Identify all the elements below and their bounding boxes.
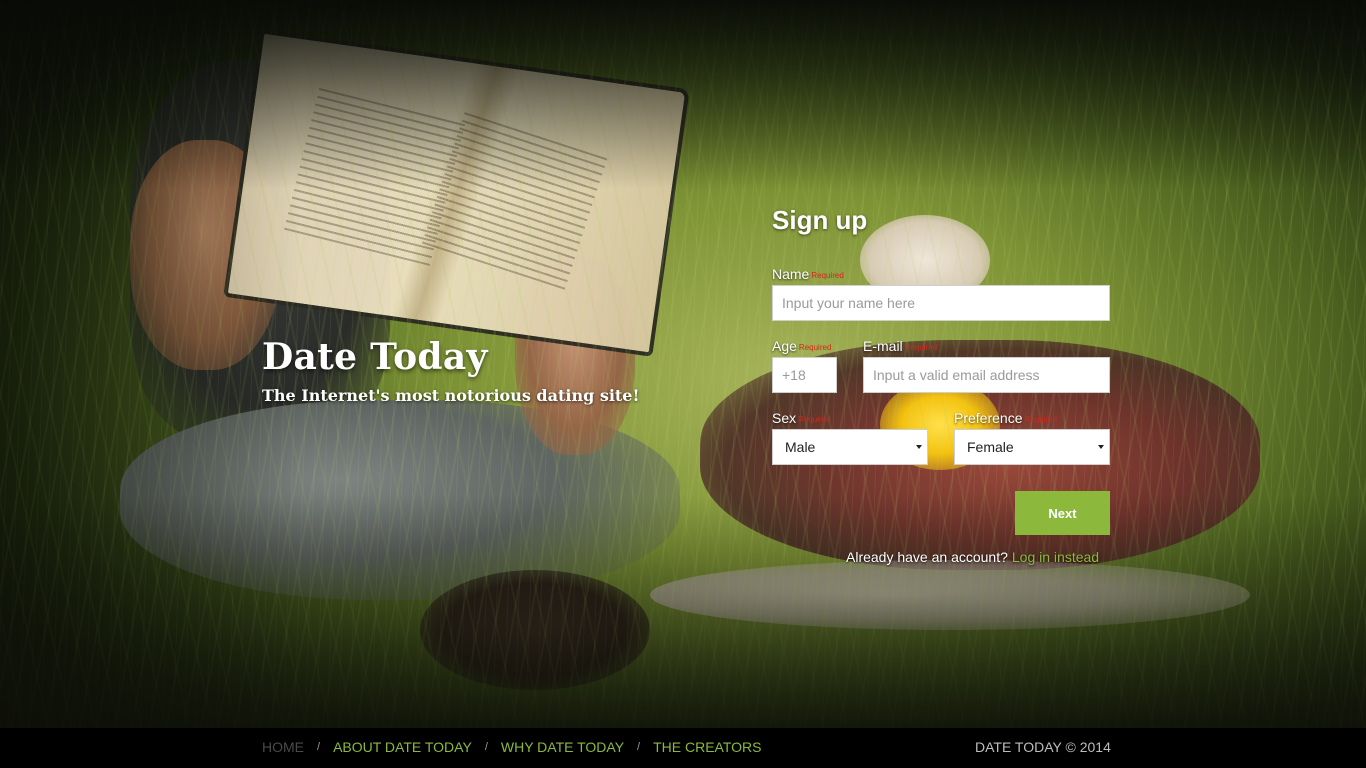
name-label-text: Name	[772, 266, 810, 282]
name-input[interactable]	[772, 285, 1110, 321]
login-prompt-text: Already have an account?	[846, 549, 1008, 565]
footer-nav: HOME / ABOUT DATE TODAY / WHY DATE TODAY…	[262, 739, 762, 755]
required-marker: Required	[798, 342, 832, 352]
age-label-text: Age	[772, 338, 797, 354]
required-marker: Required	[798, 414, 831, 424]
chevron-down-icon	[916, 445, 922, 449]
required-marker: Required	[1024, 414, 1057, 424]
copyright: DATE TODAY © 2014	[975, 739, 1111, 755]
nav-link-home[interactable]: HOME	[262, 739, 304, 755]
preference-select-value: Female	[967, 439, 1014, 455]
hero-background-image	[0, 0, 1366, 728]
nav-separator: /	[637, 741, 641, 753]
name-label: Name Required	[772, 266, 844, 282]
login-prompt: Already have an account? Log in instead	[846, 549, 1099, 565]
age-input[interactable]	[772, 357, 837, 393]
sex-select-value: Male	[785, 439, 816, 455]
site-tagline: The Internet's most notorious dating sit…	[262, 386, 640, 405]
sex-label-text: Sex	[772, 410, 797, 426]
login-link[interactable]: Log in instead	[1012, 549, 1099, 565]
email-input[interactable]	[863, 357, 1110, 393]
age-label: Age Required	[772, 338, 831, 354]
nav-link-creators[interactable]: THE CREATORS	[653, 739, 761, 755]
required-marker: Required	[904, 342, 938, 352]
sex-label: Sex Required	[772, 410, 831, 426]
preference-label-text: Preference	[954, 410, 1023, 426]
next-button[interactable]: Next	[1015, 491, 1110, 535]
nav-link-why[interactable]: WHY DATE TODAY	[501, 739, 624, 755]
site-title: Date Today	[262, 336, 488, 378]
email-label-text: E-mail	[863, 338, 903, 354]
preference-select[interactable]: Female	[954, 429, 1110, 465]
footer: HOME / ABOUT DATE TODAY / WHY DATE TODAY…	[0, 728, 1366, 768]
signup-title: Sign up	[772, 205, 868, 235]
nav-separator: /	[484, 741, 488, 753]
email-label: E-mail Required	[863, 338, 937, 354]
nav-link-about[interactable]: ABOUT DATE TODAY	[333, 739, 472, 755]
preference-label: Preference Required	[954, 410, 1057, 426]
nav-separator: /	[317, 741, 321, 753]
sex-select[interactable]: Male	[772, 429, 928, 465]
chevron-down-icon	[1098, 445, 1104, 449]
required-marker: Required	[811, 270, 844, 280]
